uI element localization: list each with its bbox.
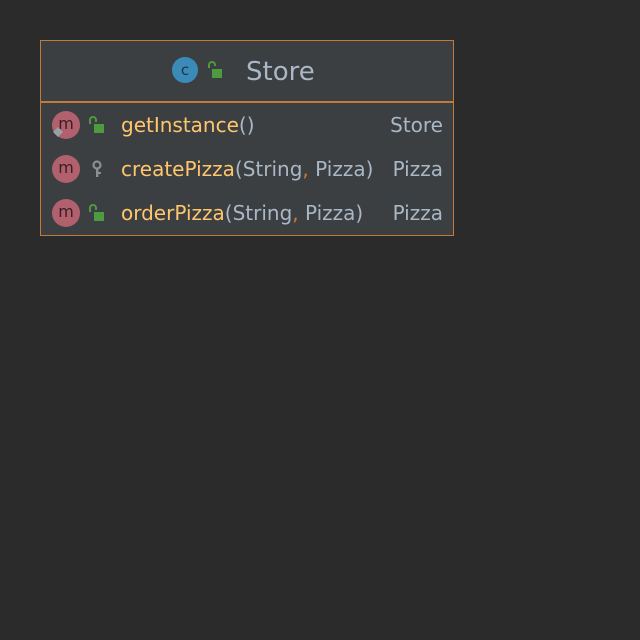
param-1: String [242,157,303,181]
method-icon: m [52,155,80,183]
public-lock-icon [89,116,104,133]
method-signature: orderPizza(String, Pizza) [121,199,363,227]
public-lock-icon [208,61,222,78]
static-marker-icon [53,127,63,137]
class-icon: c [172,57,198,83]
params-close: ) [365,157,374,181]
method-name: orderPizza [121,201,225,225]
method-row[interactable]: m getInstance() Store [41,103,453,147]
method-name: createPizza [121,157,235,181]
diagram-canvas: c Store m getInstance() Store m createPi… [0,0,640,640]
method-name: getInstance [121,113,239,137]
method-icon: m [52,199,80,227]
class-node-store[interactable]: c Store m getInstance() Store m createPi… [40,40,454,236]
return-type: Pizza [392,157,443,181]
params-close: ) [355,201,364,225]
params-open: ( [238,113,247,137]
return-type: Store [390,113,443,137]
params-close: ) [246,113,255,137]
params-open: ( [234,157,243,181]
params-open: ( [224,201,233,225]
param-2: Pizza [308,157,366,181]
package-private-key-icon [92,160,102,177]
param-2: Pizza [298,201,356,225]
return-type: Pizza [392,201,443,225]
method-signature: getInstance() [121,111,255,139]
method-signature: createPizza(String, Pizza) [121,155,373,183]
param-1: String [232,201,293,225]
method-row[interactable]: m orderPizza(String, Pizza) Pizza [41,191,453,235]
public-lock-icon [89,204,104,221]
class-header: c Store [41,41,453,103]
method-row[interactable]: m createPizza(String, Pizza) Pizza [41,147,453,191]
class-name: Store [246,57,315,87]
